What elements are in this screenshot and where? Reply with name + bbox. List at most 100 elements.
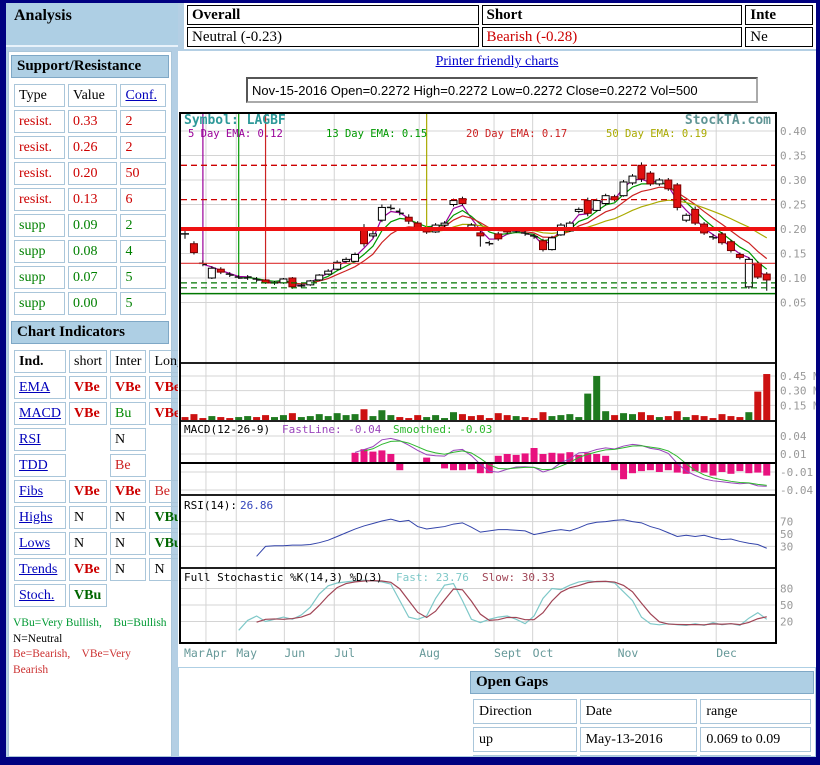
svg-text:80: 80	[780, 583, 793, 596]
ci-row: HighsNNVBu	[14, 506, 189, 529]
indicator-legend: VBu=Very Bullish, Bu=BullishN=NeutralBe=…	[13, 616, 167, 678]
svg-text:0.30: 0.30	[780, 174, 807, 187]
sr-row: supp0.092	[14, 214, 166, 237]
ci-indicator-link[interactable]: MACD	[14, 402, 66, 425]
open-gaps: Open Gaps DirectionDaterangeupMay-13-201…	[470, 671, 814, 757]
gap-header: range	[700, 699, 811, 724]
summary-col-header: Overall	[187, 5, 479, 25]
sr-value: 0.07	[68, 266, 117, 289]
ci-value: N	[69, 532, 107, 555]
ci-value: N	[110, 558, 146, 581]
svg-text:Jul: Jul	[334, 646, 355, 660]
svg-text:Oct: Oct	[533, 646, 554, 660]
sr-conf: 6	[120, 188, 166, 211]
ci-value: N	[69, 506, 107, 529]
legend-line: N=Neutral	[13, 632, 167, 648]
sr-conf: 5	[120, 266, 166, 289]
svg-text:Smoothed: -0.03: Smoothed: -0.03	[393, 423, 492, 436]
sr-row: resist.0.262	[14, 136, 166, 159]
gap-date: May-13-2016	[580, 727, 698, 752]
gap-header: Direction	[473, 699, 577, 724]
sr-type: supp	[14, 214, 65, 237]
ci-value: VBe	[110, 480, 146, 503]
sr-conf: 2	[120, 214, 166, 237]
ci-row: TrendsVBeNN	[14, 558, 189, 581]
ci-value: Be	[110, 454, 146, 477]
svg-text:26.86: 26.86	[240, 499, 273, 512]
analysis-summary-table: OverallShortInteNeutral (-0.23)Bearish (…	[184, 3, 816, 49]
sr-value: 0.33	[68, 110, 117, 133]
ci-indicator-link[interactable]: TDD	[14, 454, 66, 477]
gap-header: Date	[580, 699, 698, 724]
ci-value: N	[110, 506, 146, 529]
svg-text:-0.04: -0.04	[780, 484, 813, 497]
svg-text:Jun: Jun	[284, 646, 305, 660]
ci-indicator-link[interactable]: Trends	[14, 558, 66, 581]
ci-row: RSIN	[14, 428, 189, 451]
sr-value: 0.13	[68, 188, 117, 211]
analysis-header: Analysis	[6, 3, 178, 47]
gap-row: upMay-13-20160.069 to 0.09	[473, 727, 811, 752]
svg-text:StockTA.com: StockTA.com	[685, 113, 771, 128]
gap-range: 0.069 to 0.09	[700, 727, 811, 752]
sr-type: supp	[14, 292, 65, 315]
svg-text:Full Stochastic %K(14,3) %D(3): Full Stochastic %K(14,3) %D(3)	[184, 571, 383, 584]
sr-value: 0.26	[68, 136, 117, 159]
ci-value: VBu	[69, 584, 107, 607]
ci-indicator-link[interactable]: Lows	[14, 532, 66, 555]
quote-info-box[interactable]	[246, 77, 758, 103]
stock-chart: Symbol: LAGBFStockTA.com5 Day EMA: 0.121…	[178, 111, 816, 667]
svg-text:0.35: 0.35	[780, 150, 807, 163]
svg-text:RSI(14):: RSI(14):	[184, 499, 237, 512]
sr-type: resist.	[14, 136, 65, 159]
ci-indicator-link[interactable]: Stoch.	[14, 584, 66, 607]
svg-text:0.04: 0.04	[780, 430, 807, 443]
svg-text:70: 70	[780, 516, 793, 529]
legend-line: VBu=Very Bullish, Bu=Bullish	[13, 616, 167, 632]
svg-text:0.05: 0.05	[780, 297, 807, 310]
ci-row: Stoch.VBu	[14, 584, 189, 607]
printer-link-row: Printer friendly charts	[178, 54, 816, 70]
support-resistance-title: Support/Resistance	[11, 55, 169, 78]
sr-value: 0.09	[68, 214, 117, 237]
svg-text:0.40: 0.40	[780, 125, 807, 138]
svg-text:Aug: Aug	[419, 646, 440, 660]
gap-direction: up	[473, 755, 577, 757]
ci-indicator-link[interactable]: Fibs	[14, 480, 66, 503]
sr-row: supp0.005	[14, 292, 166, 315]
gap-row: upMar-10-2016to 0.1814	[473, 755, 811, 757]
gap-direction: up	[473, 727, 577, 752]
sr-value: 0.08	[68, 240, 117, 263]
ci-indicator-link[interactable]: EMA	[14, 376, 66, 399]
printer-friendly-link[interactable]: Printer friendly charts	[436, 54, 559, 69]
ci-row: LowsNNVBu	[14, 532, 189, 555]
sr-header: Value	[68, 84, 117, 107]
svg-text:0.25: 0.25	[780, 199, 807, 212]
sr-header[interactable]: Conf.	[120, 84, 166, 107]
ci-indicator-link[interactable]: Highs	[14, 506, 66, 529]
ci-value: VBe	[69, 558, 107, 581]
legend-line: Be=Bearish, VBe=Very Bearish	[13, 647, 167, 678]
main-area: Printer friendly charts Symbol: LAGBFSto…	[178, 51, 816, 757]
svg-text:0.15 M: 0.15 M	[780, 399, 816, 412]
svg-text:0.15: 0.15	[780, 248, 807, 261]
svg-text:0.45 M: 0.45 M	[780, 370, 816, 383]
svg-text:13 Day EMA: 0.15: 13 Day EMA: 0.15	[326, 128, 427, 140]
analysis-label: Analysis	[6, 3, 72, 25]
ci-indicator-link[interactable]: RSI	[14, 428, 66, 451]
analysis-summary: OverallShortInteNeutral (-0.23)Bearish (…	[184, 3, 816, 49]
sr-type: resist.	[14, 188, 65, 211]
ci-value: VBe	[110, 376, 146, 399]
ci-header: short	[69, 350, 107, 373]
sr-conf: 4	[120, 240, 166, 263]
open-gaps-container: Open Gaps DirectionDaterangeupMay-13-201…	[178, 667, 816, 757]
svg-text:50: 50	[780, 599, 793, 612]
ci-value: VBe	[69, 376, 107, 399]
ci-value	[110, 584, 146, 607]
sr-row: resist.0.2050	[14, 162, 166, 185]
svg-text:FastLine: -0.04: FastLine: -0.04	[282, 423, 382, 436]
support-resistance-table: TypeValueConf.resist.0.332resist.0.262re…	[11, 81, 169, 318]
svg-text:50: 50	[780, 528, 793, 541]
sr-row: supp0.084	[14, 240, 166, 263]
sr-row: resist.0.332	[14, 110, 166, 133]
